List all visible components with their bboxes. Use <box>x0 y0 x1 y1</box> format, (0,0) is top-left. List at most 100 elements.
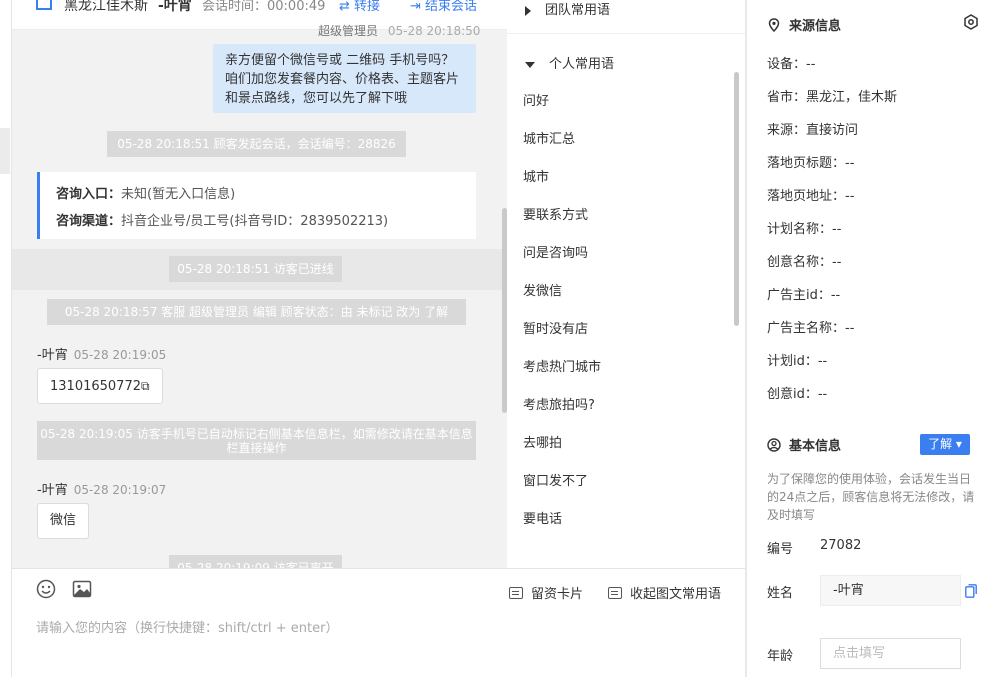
personal-phrases-label: 个人常用语 <box>549 57 615 72</box>
message-input[interactable] <box>36 617 726 657</box>
basic-info-header: 基本信息 <box>767 435 841 454</box>
message-time: 05-28 20:19:05 <box>73 348 167 362</box>
consult-entry-label: 咨询入口： <box>56 187 122 202</box>
personal-phrases-group[interactable]: 个人常用语 <box>525 53 614 72</box>
phrases-scrollbar[interactable] <box>734 72 739 326</box>
visitor-message[interactable]: 微信 <box>37 503 90 539</box>
collapse-phrases-button[interactable]: 收起图文常用语 <box>608 583 721 602</box>
phrase-item[interactable]: 问好 <box>523 90 549 109</box>
leave-card-button[interactable]: 留资卡片 <box>509 583 583 602</box>
phrase-item[interactable]: 考虑热门城市 <box>523 356 601 375</box>
caret-down-icon: ▾ <box>955 437 962 451</box>
caret-down-icon <box>525 61 535 68</box>
message-time: 05-28 20:19:07 <box>73 483 167 497</box>
caret-right-icon <box>525 5 531 16</box>
phrase-item[interactable]: 城市汇总 <box>523 128 575 147</box>
phrase-item[interactable]: 考虑旅拍吗? <box>523 394 595 413</box>
status-tag-dropdown[interactable]: 了解 ▾ <box>920 434 970 455</box>
consult-channel-value: 抖音企业号/员工号(抖音号ID：2839502213) <box>121 214 389 229</box>
consult-info-card: 咨询入口：未知(暂无入口信息) 咨询渠道：抖音企业号/员工号(抖音号ID：283… <box>37 172 476 239</box>
collapse-phrases-label: 收起图文常用语 <box>630 587 722 602</box>
settings-icon[interactable] <box>963 14 979 30</box>
system-message: 05-28 20:19:09 访客已离开 <box>169 555 342 568</box>
quick-phrases-panel: 团队常用语 个人常用语 问好 城市汇总 城市 要联系方式 问是咨询吗 发微信 暂… <box>507 0 745 568</box>
phrase-item[interactable]: 窗口发不了 <box>523 470 588 489</box>
message-text: 13101650772 <box>50 379 141 394</box>
message-sender: -叶宵 05-28 20:19:05 <box>37 344 166 363</box>
id-label: 编号 <box>767 542 794 557</box>
source-field: 创意id：-- <box>767 387 828 402</box>
phrase-item[interactable]: 暂时没有店 <box>523 318 588 337</box>
source-info-title: 来源信息 <box>789 19 842 34</box>
divider <box>507 33 745 34</box>
user-circle-icon <box>767 438 781 452</box>
partial-time: 05-28 20:18:50 <box>387 24 481 38</box>
visitor-name: -叶宵 <box>158 0 192 14</box>
card-icon <box>509 587 523 599</box>
chat-workbench: 黑龙江佳木斯 -叶宵 会话时间：00:00:49 ⇄ 转接 ⇥ 结束会话 超级管… <box>0 0 992 677</box>
source-info-header: 来源信息 <box>767 15 841 34</box>
message-composer: 留资卡片 收起图文常用语 <box>11 568 745 677</box>
visitor-location: 黑龙江佳木斯 <box>64 0 148 14</box>
customer-info-panel: 来源信息 设备：-- 省市：黑龙江，佳木斯 来源：直接访问 落地页标题：-- 落… <box>747 0 992 677</box>
team-phrases-group[interactable]: 团队常用语 <box>525 0 610 18</box>
source-field: 广告主id：-- <box>767 288 841 303</box>
consult-channel-row: 咨询渠道：抖音企业号/员工号(抖音号ID：2839502213) <box>56 208 460 235</box>
chat-panel[interactable]: 黑龙江佳木斯 -叶宵 会话时间：00:00:49 ⇄ 转接 ⇥ 结束会话 超级管… <box>11 0 507 568</box>
consult-entry-row: 咨询入口：未知(暂无入口信息) <box>56 181 460 208</box>
location-pin-icon <box>768 18 780 32</box>
system-message: 05-28 20:18:51 访客已进线 <box>169 256 342 282</box>
monitor-icon <box>36 0 52 10</box>
consult-entry-value: 未知(暂无入口信息) <box>121 187 236 202</box>
message-text: 微信 <box>50 513 77 528</box>
phrase-item[interactable]: 城市 <box>523 166 549 185</box>
agent-message-bubble: 亲方便留个微信号或 二维码 手机号吗？咱们加您发套餐内容、价格表、主题客片和景点… <box>213 44 476 113</box>
system-message: 05-28 20:18:51 顾客发起会话，会话编号：28826 <box>107 131 406 157</box>
card-icon <box>608 587 622 599</box>
status-tag-label: 了解 <box>928 437 953 451</box>
emoji-icon[interactable] <box>36 579 56 599</box>
end-session-label: 结束会话 <box>425 0 478 14</box>
image-icon[interactable] <box>72 579 92 599</box>
source-field: 计划id：-- <box>767 354 828 369</box>
source-field: 广告主名称：-- <box>767 321 855 336</box>
age-label: 年龄 <box>767 649 794 664</box>
source-field: 落地页标题：-- <box>767 156 855 171</box>
copy-icon[interactable]: ⧉ <box>141 369 150 403</box>
edit-notice: 为了保障您的使用体验，会话发生当日的24点之后，顾客信息将无法修改，请及时填写 <box>767 472 975 522</box>
source-field: 创意名称：-- <box>767 255 842 270</box>
transfer-button[interactable]: ⇄ 转接 <box>339 0 380 14</box>
message-sender: -叶宵 05-28 20:19:07 <box>37 479 166 498</box>
name-value: -叶宵 <box>833 583 864 598</box>
source-field: 计划名称：-- <box>767 222 842 237</box>
gutter-marker <box>0 128 10 174</box>
source-field: 来源：直接访问 <box>767 123 859 138</box>
name-label: 姓名 <box>767 586 794 601</box>
id-value: 27082 <box>820 538 862 553</box>
phrase-item[interactable]: 发微信 <box>523 280 562 299</box>
partial-sender: 超级管理员 <box>318 24 379 38</box>
age-input[interactable] <box>820 638 961 669</box>
phrase-item[interactable]: 问是咨询吗 <box>523 242 588 261</box>
sender-name: -叶宵 <box>37 348 68 363</box>
end-session-button[interactable]: ⇥ 结束会话 <box>410 0 477 14</box>
source-field: 省市：黑龙江，佳木斯 <box>767 90 898 105</box>
name-field[interactable]: -叶宵 <box>820 575 961 606</box>
visitor-message[interactable]: 13101650772⧉ <box>37 368 163 404</box>
sender-name: -叶宵 <box>37 483 68 498</box>
phrase-item[interactable]: 要电话 <box>523 508 562 527</box>
basic-info-title: 基本信息 <box>789 439 842 454</box>
phrase-item[interactable]: 去哪拍 <box>523 432 562 451</box>
phrase-item[interactable]: 要联系方式 <box>523 204 588 223</box>
system-message: 05-28 20:18:57 客服 超级管理员 编辑 顾客状态：由 未标记 改为… <box>47 299 466 325</box>
team-phrases-label: 团队常用语 <box>545 3 611 18</box>
consult-channel-label: 咨询渠道： <box>56 214 122 229</box>
leave-card-label: 留资卡片 <box>531 587 584 602</box>
left-gutter <box>0 0 10 677</box>
copy-icon[interactable] <box>965 584 977 598</box>
transfer-label: 转接 <box>354 0 381 14</box>
session-timer: 会话时间：00:00:49 <box>202 0 326 14</box>
source-field: 落地页地址：-- <box>767 189 855 204</box>
system-message: 05-28 20:19:05 访客手机号已自动标记右侧基本信息栏，如需修改请在基… <box>37 421 476 460</box>
source-field: 设备：-- <box>767 57 816 72</box>
